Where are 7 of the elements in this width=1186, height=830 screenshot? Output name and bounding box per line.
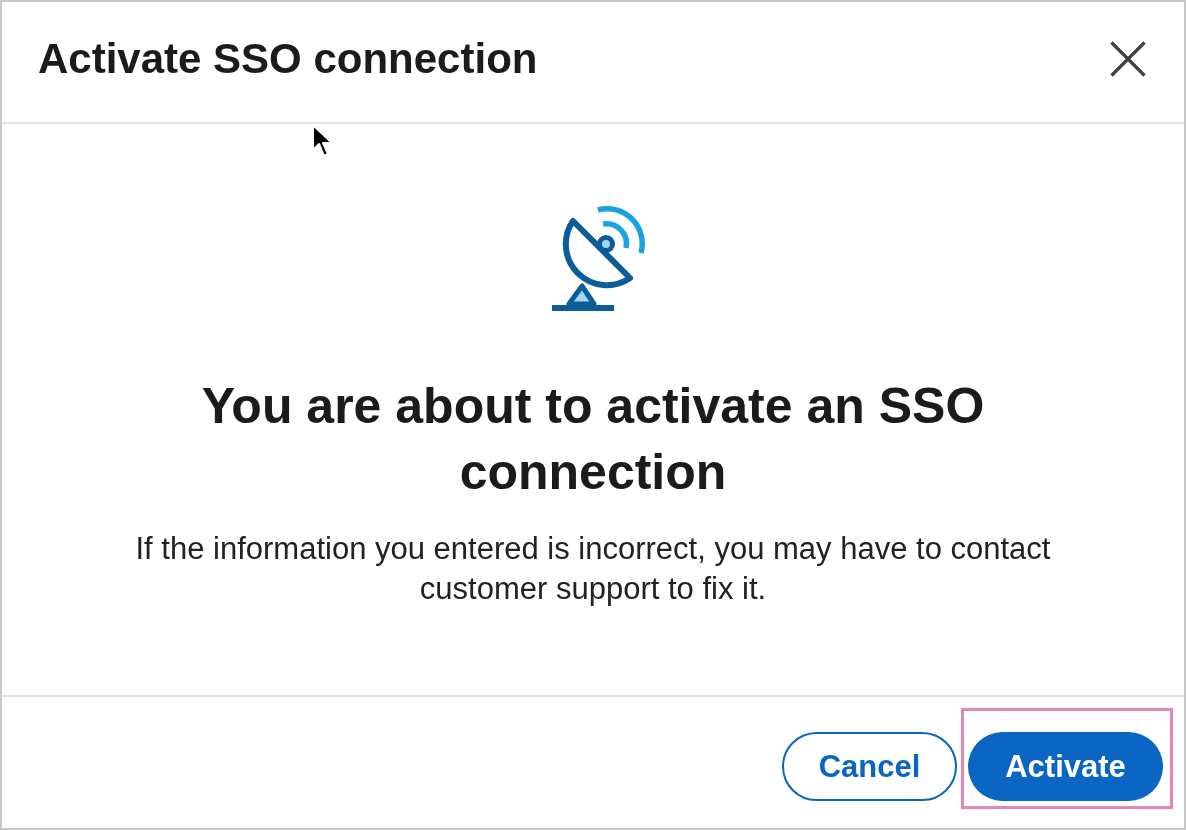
warning-text: If the information you entered is incorrect, you may have to contact customer support to fix it.	[134, 530, 1052, 608]
close-icon[interactable]	[1110, 41, 1146, 77]
dialog-title: Activate SSO connection	[38, 34, 538, 84]
satellite-dish-icon	[551, 204, 645, 311]
cancel-button[interactable]: Cancel	[782, 732, 957, 801]
confirmation-heading: You are about to activate an SSO connection	[200, 377, 986, 502]
activate-button[interactable]: Activate	[968, 732, 1163, 801]
